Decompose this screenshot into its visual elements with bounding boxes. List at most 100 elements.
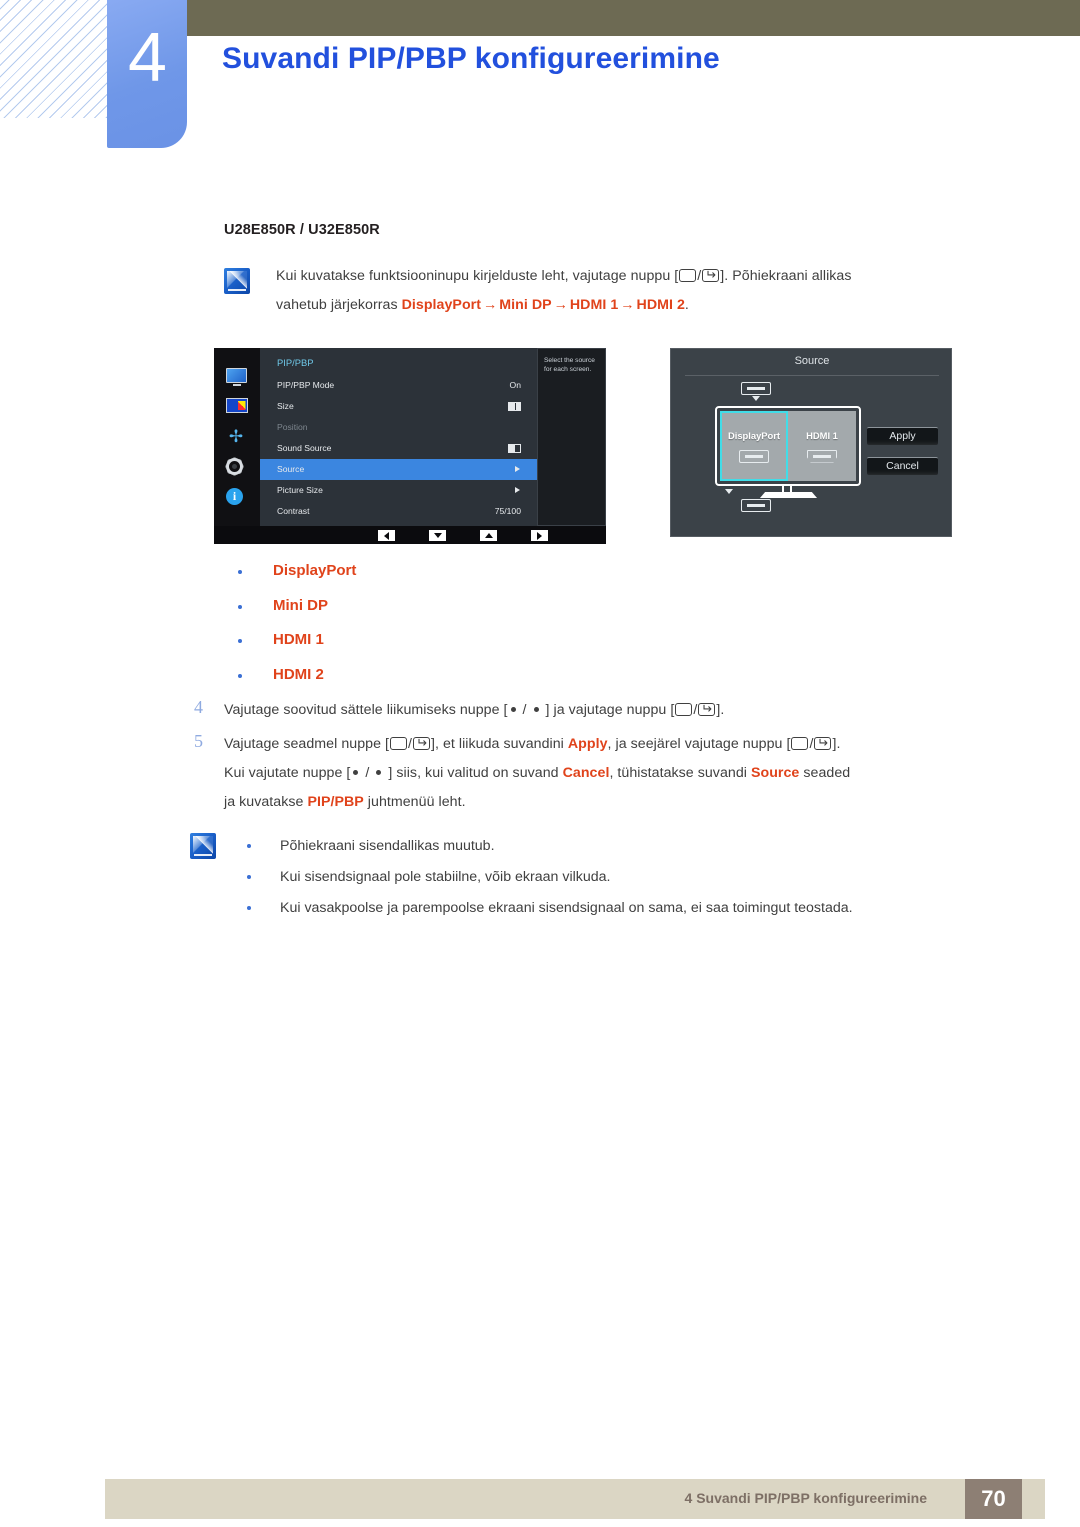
osd-row-pip-pbp-mode[interactable]: PIP/PBP Mode On: [260, 375, 537, 396]
osd-row-label: Picture Size: [277, 485, 323, 495]
cancel-button[interactable]: Cancel: [867, 457, 938, 475]
screen-right-label: HDMI 1: [806, 429, 838, 441]
footer-text: 4 Suvandi PIP/PBP konfigureerimine: [684, 1490, 927, 1506]
osd-square-button-icon: [679, 269, 697, 282]
step-5-line2-c: , tühistatakse suvandi: [609, 765, 751, 781]
header-olive-bar: [166, 0, 1080, 36]
osd-row-value: On: [509, 380, 521, 390]
osd-help-text: Select the source for each screen.: [544, 357, 595, 373]
osd-square-button-icon: [791, 737, 809, 750]
step-5-line1-c: , ja seejärel vajutage nuppu [: [607, 736, 791, 752]
osd-row-value: 75/100: [494, 506, 521, 516]
chapter-number: 4: [128, 18, 167, 96]
source-displayport-inline: DisplayPort: [401, 297, 482, 313]
osd-row-label: Size: [277, 401, 294, 411]
settings-gear-icon[interactable]: [226, 458, 248, 476]
osd-help-panel: Select the source for each screen.: [537, 348, 606, 526]
osd-row-sound-source[interactable]: Sound Source: [260, 438, 537, 459]
osd-row-label: Sound Source: [277, 443, 332, 453]
note-item-3: Kui vasakpoolse ja parempoolse ekraani s…: [244, 893, 1004, 924]
osd-row-size[interactable]: Size: [260, 396, 537, 417]
osd-icon-sidebar: ✢ i: [214, 348, 260, 526]
osd-square-button-icon: [675, 703, 693, 716]
source-hdmi1-inline: HDMI 1: [569, 297, 619, 313]
cancel-label-inline: Cancel: [562, 765, 610, 781]
screen-right-hdmi1[interactable]: HDMI 1: [788, 411, 856, 481]
osd-row-contrast[interactable]: Contrast 75/100: [260, 501, 537, 522]
osd-row-label: PIP/PBP Mode: [277, 380, 335, 390]
osd-menu-panel: PIP/PBP PIP/PBP Mode On Size Position So…: [260, 348, 537, 526]
screen-left-displayport[interactable]: DisplayPort: [720, 411, 788, 481]
chevron-right-icon: [515, 487, 520, 493]
step-number-5: 5: [194, 731, 203, 751]
apply-button[interactable]: Apply: [867, 427, 938, 445]
step-4-text: Vajutage soovitud sättele liikumiseks nu…: [224, 696, 1014, 725]
page-title: Suvandi PIP/PBP konfigureerimine: [222, 42, 720, 75]
pip-pbp-label-inline: PIP/PBP: [307, 794, 364, 810]
monitor-stand: [760, 486, 817, 498]
source-options-list: DisplayPort Mini DP HDMI 1 HDMI 2: [236, 556, 636, 694]
step-5-text: Vajutage seadmel nuppe [/], et liikuda s…: [224, 730, 1014, 817]
page-number: 70: [965, 1479, 1022, 1519]
osd-row-position: Position: [260, 417, 537, 438]
osd-row-source[interactable]: Source: [260, 459, 537, 480]
osd-nav-left-button[interactable]: [378, 530, 395, 541]
source-dialog-divider: [685, 375, 939, 376]
step-5-line3-b: juhtmenüü leht.: [363, 794, 466, 810]
osd-dot-button-icon: [353, 770, 359, 775]
osd-row-label: Position: [277, 422, 308, 432]
pip-pbp-icon[interactable]: [226, 398, 248, 416]
step-4-part-2: /: [518, 702, 531, 718]
sound-source-split-icon: [508, 444, 521, 453]
osd-enter-button-icon: [698, 703, 716, 716]
size-split-icon: [508, 402, 521, 411]
osd-row-label: Source: [277, 464, 305, 474]
step-5-line1-b: ], et liikuda suvandini: [431, 736, 568, 752]
osd-dot-button-icon: [533, 707, 539, 712]
note-pencil-icon: [190, 833, 216, 859]
step-5-line2-a: Kui vajutate nuppe [: [224, 765, 351, 781]
chapter-number-tab: 4: [107, 0, 187, 148]
step-5-line1-d: ].: [832, 736, 841, 752]
note-item-1: Põhiekraani sisendallikas muutub.: [244, 831, 1004, 862]
list-item-displayport: DisplayPort: [236, 556, 636, 591]
osd-row-picture-size[interactable]: Picture Size: [260, 480, 537, 501]
displayport-connector-icon: [739, 449, 769, 463]
note-intro-line2-prefix: vahetub järjekorras: [276, 297, 402, 313]
note-item-2: Kui sisendsignaal pole stabiilne, võib e…: [244, 862, 1004, 893]
monitor-illustration: DisplayPort HDMI 1: [715, 406, 861, 486]
osd-nav-up-button[interactable]: [480, 530, 497, 541]
note-intro-line1-before: Kui kuvatakse funktsiooninupu kirjeldust…: [276, 268, 679, 284]
osd-menu-heading: PIP/PBP: [277, 357, 314, 368]
step-5-line2-d: seaded: [799, 765, 851, 781]
step-5-line2-b: ] siis, kui valitud on suvand: [384, 765, 563, 781]
bottom-connector-group: [725, 489, 771, 512]
osd-row-label: Contrast: [277, 506, 310, 516]
displayport-connector-icon: [741, 499, 771, 512]
hdmi-connector-icon: [807, 449, 837, 463]
osd-nav-right-button[interactable]: [531, 530, 548, 541]
position-move-icon[interactable]: ✢: [226, 428, 248, 446]
note-pencil-icon: [224, 268, 250, 294]
osd-enter-button-icon: [814, 737, 832, 750]
step-4-part-4: ].: [716, 702, 725, 718]
chevron-right-icon: [515, 466, 520, 472]
osd-navigation-bar: [214, 526, 606, 544]
osd-nav-down-button[interactable]: [429, 530, 446, 541]
notes-list: Põhiekraani sisendallikas muutub. Kui si…: [244, 831, 1004, 924]
source-minidp-inline: Mini DP: [499, 297, 552, 313]
monitor-icon[interactable]: [226, 368, 248, 386]
caret-down-icon: [752, 396, 760, 401]
osd-dot-button-icon: [376, 770, 382, 775]
list-item-hdmi2: HDMI 2: [236, 660, 636, 695]
screen-left-label: DisplayPort: [727, 429, 781, 441]
osd-dot-button-icon: [510, 707, 516, 712]
step-4-part-1: Vajutage soovitud sättele liikumiseks nu…: [224, 702, 508, 718]
note-intro-line2-suffix: .: [684, 297, 689, 313]
information-icon[interactable]: i: [226, 488, 248, 506]
step-4-part-3: ] ja vajutage nuppu [: [541, 702, 675, 718]
source-label-inline: Source: [750, 765, 800, 781]
displayport-connector-icon: [741, 382, 771, 395]
note-intro-line1-after: ]. Põhiekraani allikas: [720, 268, 852, 284]
footer-bar: 4 Suvandi PIP/PBP konfigureerimine 70: [105, 1479, 1045, 1519]
